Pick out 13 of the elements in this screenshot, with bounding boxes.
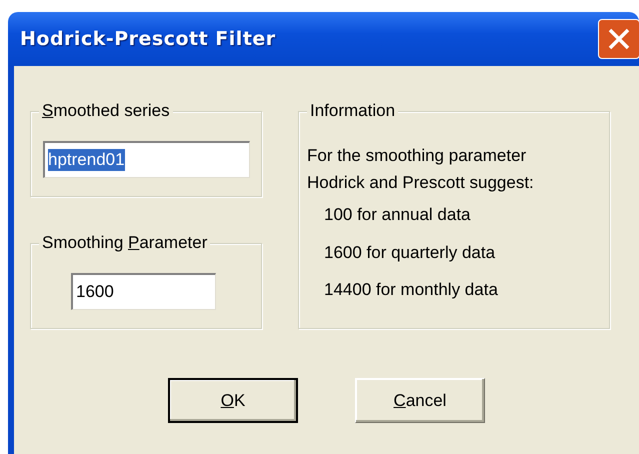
dialog-button[interactable]: OK — [168, 378, 298, 423]
close-icon — [607, 27, 631, 51]
input-field[interactable]: 1600 — [71, 273, 216, 310]
dialog-button[interactable]: Cancel — [355, 378, 485, 423]
info-item: 1600 for quarterly data — [324, 242, 496, 264]
info-item: 14400 for monthly data — [324, 279, 499, 301]
info-item: 100 for annual data — [324, 204, 472, 226]
window-title: Hodrick-Prescott Filter — [20, 28, 276, 50]
close-button[interactable] — [598, 19, 639, 59]
group-label: Smoothing Parameter — [39, 233, 210, 253]
group-label: Smoothed series — [39, 101, 173, 121]
info-text: For the smoothing parameter Hodrick and Prescott suggest: — [307, 145, 535, 194]
input-field[interactable]: hptrend01 — [43, 141, 250, 178]
